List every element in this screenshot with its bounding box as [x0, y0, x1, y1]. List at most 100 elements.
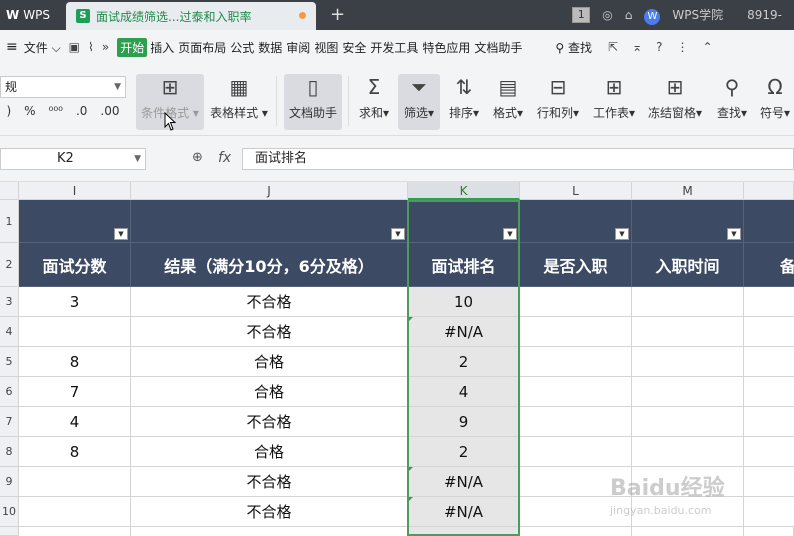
cell-n11[interactable]	[744, 527, 794, 536]
fx-icon[interactable]: fx	[218, 150, 231, 166]
skin-icon[interactable]: ◎	[602, 8, 612, 22]
decrease-decimal-icon[interactable]: .00	[100, 104, 119, 118]
filter-dropdown-icon[interactable]: ▼	[727, 228, 741, 240]
cell-k1[interactable]: ▼	[408, 200, 520, 243]
cell-k3[interactable]: 10	[408, 287, 520, 317]
menu-doc-assistant[interactable]: 文档助手	[473, 39, 523, 56]
name-box[interactable]: K2 ▼	[0, 148, 146, 170]
currency-icon[interactable]: )	[6, 104, 11, 118]
filter-dropdown-icon[interactable]: ▼	[615, 228, 629, 240]
freeze-panes-button[interactable]: ⊞ 冻结窗格▾	[644, 74, 706, 130]
header-result[interactable]: 结果（满分10分，6分及格）	[131, 243, 408, 287]
row-header[interactable]: 1	[0, 200, 19, 243]
cell-m11[interactable]	[632, 527, 744, 536]
account-label[interactable]: 8919-	[747, 8, 782, 22]
cell-m5[interactable]	[632, 347, 744, 377]
cell-i7[interactable]: 4	[19, 407, 131, 437]
cell-k8[interactable]: 2	[408, 437, 520, 467]
menu-security[interactable]: 安全	[341, 39, 367, 56]
cell-j4[interactable]: 不合格	[131, 317, 408, 347]
filter-button[interactable]: ⏷ 筛选▾	[398, 74, 440, 130]
cell-i3[interactable]: 3	[19, 287, 131, 317]
percent-icon[interactable]: %	[24, 104, 35, 118]
cell-m4[interactable]	[632, 317, 744, 347]
menu-formula[interactable]: 公式	[229, 39, 255, 56]
cell-j5[interactable]: 合格	[131, 347, 408, 377]
sum-button[interactable]: Σ 求和▾	[354, 74, 394, 130]
menu-view[interactable]: 视图	[313, 39, 339, 56]
cell-m7[interactable]	[632, 407, 744, 437]
cell-i9[interactable]	[19, 467, 131, 497]
cell-k5[interactable]: 2	[408, 347, 520, 377]
cell-j3[interactable]: 不合格	[131, 287, 408, 317]
cell-l5[interactable]	[520, 347, 632, 377]
column-header-j[interactable]: J	[131, 182, 408, 200]
symbol-button[interactable]: Ω 符号▾	[756, 74, 794, 130]
cell-n3[interactable]	[744, 287, 794, 317]
cell-k11[interactable]	[408, 527, 520, 536]
cell-l6[interactable]	[520, 377, 632, 407]
format-painter-icon[interactable]: ⌇	[88, 40, 94, 54]
cell-l1[interactable]: ▼	[520, 200, 632, 243]
menu-page-layout[interactable]: 页面布局	[177, 39, 227, 56]
menu-insert[interactable]: 插入	[149, 39, 175, 56]
cell-i11[interactable]	[19, 527, 131, 536]
column-header-n[interactable]	[744, 182, 794, 200]
menu-developer[interactable]: 开发工具	[369, 39, 419, 56]
cell-n9[interactable]	[744, 467, 794, 497]
menu-review[interactable]: 审阅	[285, 39, 311, 56]
header-hire-date[interactable]: 入职时间	[632, 243, 744, 287]
new-tab-button[interactable]: +	[330, 4, 345, 25]
cell-n8[interactable]	[744, 437, 794, 467]
header-notes[interactable]: 备	[744, 243, 794, 287]
cell-l7[interactable]	[520, 407, 632, 437]
wps-home-tab[interactable]: W WPS	[0, 0, 64, 30]
row-header[interactable]: 10	[0, 497, 19, 527]
cell-j1[interactable]: ▼	[131, 200, 408, 243]
zoom-icon[interactable]: ⊕	[192, 150, 203, 165]
table-style-button[interactable]: ▦ 表格样式 ▾	[206, 74, 272, 130]
increase-decimal-icon[interactable]: .0	[76, 104, 87, 118]
header-hired[interactable]: 是否入职	[520, 243, 632, 287]
find-button[interactable]: ⚲ 查找▾	[712, 74, 752, 130]
sort-button[interactable]: ⇅ 排序▾	[444, 74, 484, 130]
row-col-button[interactable]: ⊟ 行和列▾	[532, 74, 584, 130]
filter-dropdown-icon[interactable]: ▼	[503, 228, 517, 240]
row-header[interactable]: 2	[0, 243, 19, 287]
menu-icon[interactable]: ≡	[6, 39, 18, 55]
wps-academy-link[interactable]: W WPS学院	[644, 6, 735, 25]
row-header[interactable]	[0, 527, 19, 536]
cell-i10[interactable]	[19, 497, 131, 527]
cell-i6[interactable]: 7	[19, 377, 131, 407]
select-all-corner[interactable]	[0, 182, 19, 200]
menu-data[interactable]: 数据	[257, 39, 283, 56]
column-header-m[interactable]: M	[632, 182, 744, 200]
cell-j7[interactable]: 不合格	[131, 407, 408, 437]
worksheet-button[interactable]: ⊞ 工作表▾	[588, 74, 640, 130]
cell-j8[interactable]: 合格	[131, 437, 408, 467]
cell-j10[interactable]: 不合格	[131, 497, 408, 527]
number-format-select[interactable]: 规 ▼	[0, 76, 126, 98]
cell-j6[interactable]: 合格	[131, 377, 408, 407]
cell-k6[interactable]: 4	[408, 377, 520, 407]
row-header[interactable]: 3	[0, 287, 19, 317]
cell-m3[interactable]	[632, 287, 744, 317]
formula-input[interactable]: 面试排名	[242, 148, 794, 170]
collapse-ribbon-icon[interactable]: ⌅	[632, 40, 642, 54]
row-header[interactable]: 9	[0, 467, 19, 497]
row-header[interactable]: 5	[0, 347, 19, 377]
more-icon[interactable]: ⋮	[677, 40, 689, 54]
cell-n1[interactable]	[744, 200, 794, 243]
cell-j9[interactable]: 不合格	[131, 467, 408, 497]
cell-i8[interactable]: 8	[19, 437, 131, 467]
search-button[interactable]: ⚲ 查找	[555, 39, 592, 56]
header-interview-score[interactable]: 面试分数	[19, 243, 131, 287]
cell-l11[interactable]	[520, 527, 632, 536]
cell-m1[interactable]: ▼	[632, 200, 744, 243]
column-header-l[interactable]: L	[520, 182, 632, 200]
cell-m8[interactable]	[632, 437, 744, 467]
filter-dropdown-icon[interactable]: ▼	[114, 228, 128, 240]
cell-k7[interactable]: 9	[408, 407, 520, 437]
cell-k4[interactable]: #N/A	[408, 317, 520, 347]
menu-home[interactable]: 开始	[117, 37, 148, 57]
